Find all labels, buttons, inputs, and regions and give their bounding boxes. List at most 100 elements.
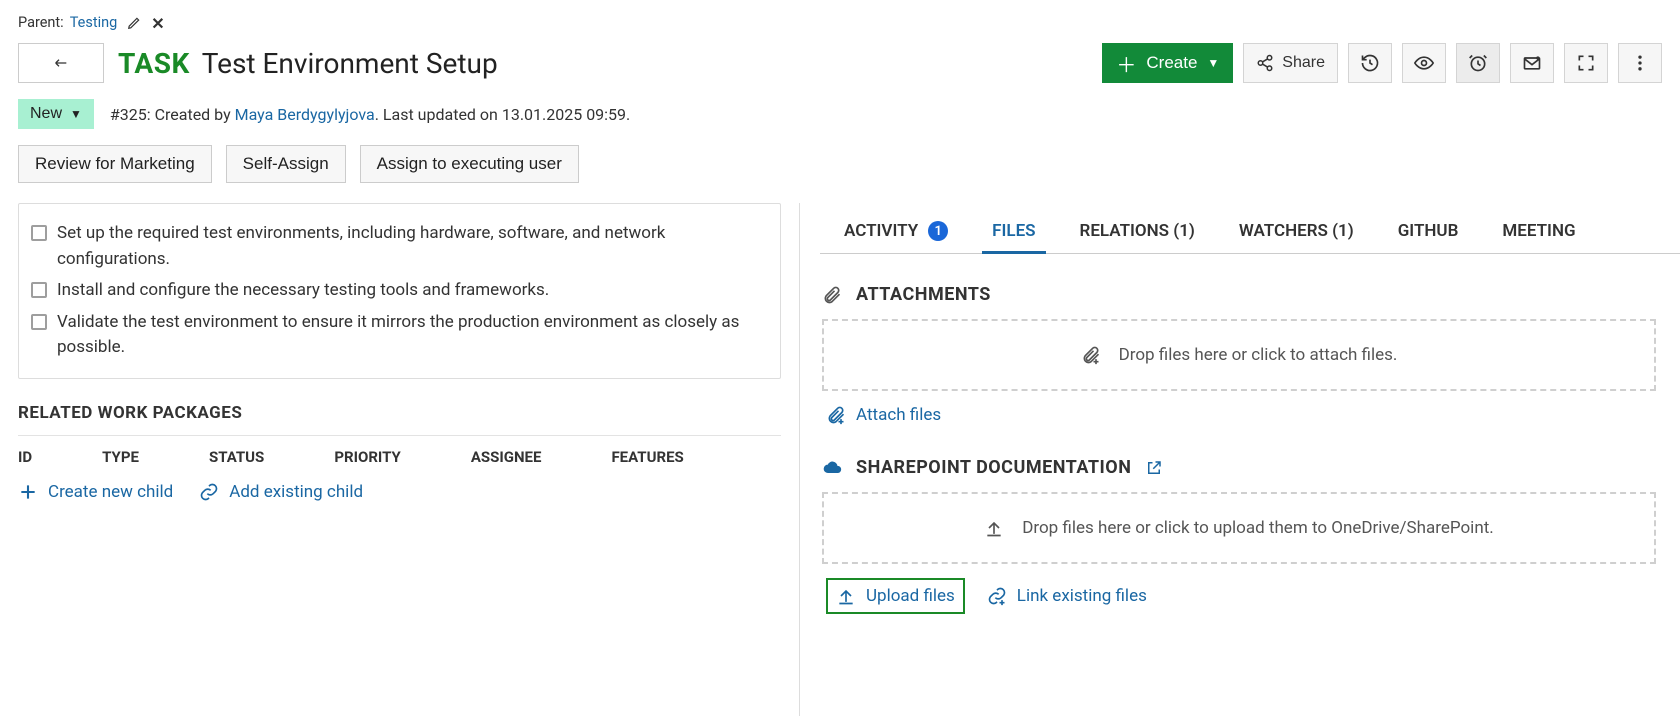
tabs: ACTIVITY 1 FILES RELATIONS (1) WATCHERS … — [820, 203, 1680, 254]
upload-icon — [836, 586, 856, 606]
checkbox[interactable] — [31, 225, 47, 241]
sharepoint-dropzone[interactable]: Drop files here or click to upload them … — [822, 492, 1656, 564]
create-child-label: Create new child — [48, 482, 173, 502]
cloud-icon — [822, 458, 842, 478]
pencil-icon[interactable] — [127, 16, 141, 30]
sharepoint-title: SHAREPOINT DOCUMENTATION — [856, 457, 1131, 478]
reminder-button[interactable] — [1456, 43, 1500, 83]
attachments-heading: ATTACHMENTS — [822, 284, 1656, 305]
col-priority[interactable]: PRIORITY — [334, 448, 401, 466]
files-panel: ATTACHMENTS Drop files here or click to … — [820, 254, 1680, 646]
tab-watchers[interactable]: WATCHERS (1) — [1235, 213, 1358, 253]
parent-label: Parent: — [18, 14, 64, 31]
upload-files-label: Upload files — [866, 586, 955, 606]
add-existing-label: Add existing child — [229, 482, 363, 502]
create-button[interactable]: ＋ Create ▼ — [1102, 43, 1233, 83]
breadcrumb: Parent: Testing ✕ — [0, 0, 1680, 37]
related-heading: RELATED WORK PACKAGES — [18, 403, 781, 423]
history-icon — [1360, 53, 1380, 73]
tab-activity-label: ACTIVITY — [844, 221, 918, 241]
chevron-down-icon: ▼ — [1207, 56, 1219, 70]
checklist-item: Validate the test environment to ensure … — [31, 307, 768, 364]
related-table-header: ID TYPE STATUS PRIORITY ASSIGNEE FEATURE… — [18, 435, 781, 474]
status-dropdown[interactable]: New ▼ — [18, 99, 94, 129]
checkbox[interactable] — [31, 282, 47, 298]
kebab-icon — [1630, 53, 1650, 73]
header: TASK Test Environment Setup ＋ Create ▼ S… — [0, 37, 1680, 89]
assign-exec-button[interactable]: Assign to executing user — [360, 145, 579, 183]
eye-icon — [1414, 53, 1434, 73]
checklist-text: Set up the required test environments, i… — [57, 221, 768, 272]
parent-link[interactable]: Testing — [70, 14, 118, 31]
attach-files-link[interactable]: Attach files — [826, 405, 941, 425]
page-title[interactable]: Test Environment Setup — [202, 47, 498, 80]
sharepoint-heading: SHAREPOINT DOCUMENTATION — [822, 457, 1656, 478]
checklist-item: Install and configure the necessary test… — [31, 275, 768, 307]
checklist-text: Install and configure the necessary test… — [57, 278, 549, 304]
more-button[interactable] — [1618, 43, 1662, 83]
mail-icon — [1522, 53, 1542, 73]
checkbox[interactable] — [31, 314, 47, 330]
history-button[interactable] — [1348, 43, 1392, 83]
review-button[interactable]: Review for Marketing — [18, 145, 212, 183]
close-icon[interactable]: ✕ — [151, 16, 165, 30]
status-value: New — [30, 105, 62, 123]
col-assignee[interactable]: ASSIGNEE — [471, 448, 542, 466]
tab-relations[interactable]: RELATIONS (1) — [1076, 213, 1199, 253]
tab-files[interactable]: FILES — [988, 213, 1039, 253]
meta-text: #325: Created by Maya Berdygylyjova. Las… — [110, 105, 630, 124]
activity-badge: 1 — [928, 221, 948, 241]
attachments-title: ATTACHMENTS — [856, 284, 991, 305]
alarm-icon — [1468, 53, 1488, 73]
share-icon — [1256, 54, 1274, 72]
chevron-down-icon: ▼ — [70, 107, 82, 121]
fullscreen-icon — [1576, 53, 1596, 73]
create-child-link[interactable]: Create new child — [18, 482, 173, 502]
attach-files-label: Attach files — [856, 405, 941, 425]
tab-watchers-label: WATCHERS (1) — [1239, 221, 1354, 241]
left-panel: Set up the required test environments, i… — [0, 203, 800, 716]
attachments-actions: Attach files — [822, 391, 1656, 447]
tab-github[interactable]: GITHUB — [1394, 213, 1463, 253]
col-id[interactable]: ID — [18, 448, 32, 466]
create-label: Create — [1146, 53, 1197, 73]
tab-meeting[interactable]: MEETING — [1498, 213, 1579, 253]
link-existing-files-link[interactable]: Link existing files — [987, 586, 1147, 606]
tab-github-label: GITHUB — [1398, 221, 1459, 241]
fullscreen-button[interactable] — [1564, 43, 1608, 83]
plus-icon: ＋ — [1116, 49, 1136, 78]
plus-icon — [18, 482, 38, 502]
share-label: Share — [1282, 54, 1325, 72]
col-type[interactable]: TYPE — [102, 448, 139, 466]
upload-icon — [984, 518, 1004, 538]
description[interactable]: Set up the required test environments, i… — [18, 203, 781, 379]
type-label: TASK — [118, 47, 190, 80]
related-actions: Create new child Add existing child — [18, 474, 781, 510]
link-icon — [199, 482, 219, 502]
link-add-icon — [987, 586, 1007, 606]
upload-files-link[interactable]: Upload files — [826, 578, 965, 614]
workflow-actions: Review for Marketing Self-Assign Assign … — [0, 135, 1680, 203]
author-link[interactable]: Maya Berdygylyjova — [235, 105, 375, 124]
back-button[interactable] — [18, 43, 104, 83]
tab-files-label: FILES — [992, 221, 1035, 241]
mail-button[interactable] — [1510, 43, 1554, 83]
attachments-dropzone[interactable]: Drop files here or click to attach files… — [822, 319, 1656, 391]
meta-row: New ▼ #325: Created by Maya Berdygylyjov… — [0, 89, 1680, 135]
paperclip-add-icon — [1081, 345, 1101, 365]
col-features[interactable]: FEATURES — [611, 448, 683, 466]
watch-button[interactable] — [1402, 43, 1446, 83]
add-existing-child-link[interactable]: Add existing child — [199, 482, 363, 502]
paperclip-icon — [822, 285, 842, 305]
sharepoint-drop-text: Drop files here or click to upload them … — [1022, 518, 1494, 538]
paperclip-add-icon — [826, 405, 846, 425]
checklist-item: Set up the required test environments, i… — [31, 218, 768, 275]
meta-suffix: . Last updated on 13.01.2025 09:59. — [375, 105, 631, 124]
right-panel: ACTIVITY 1 FILES RELATIONS (1) WATCHERS … — [800, 203, 1680, 716]
share-button[interactable]: Share — [1243, 43, 1338, 83]
external-link-icon[interactable] — [1145, 459, 1163, 477]
tab-relations-label: RELATIONS (1) — [1080, 221, 1195, 241]
tab-activity[interactable]: ACTIVITY 1 — [840, 213, 952, 253]
col-status[interactable]: STATUS — [209, 448, 264, 466]
self-assign-button[interactable]: Self-Assign — [226, 145, 346, 183]
